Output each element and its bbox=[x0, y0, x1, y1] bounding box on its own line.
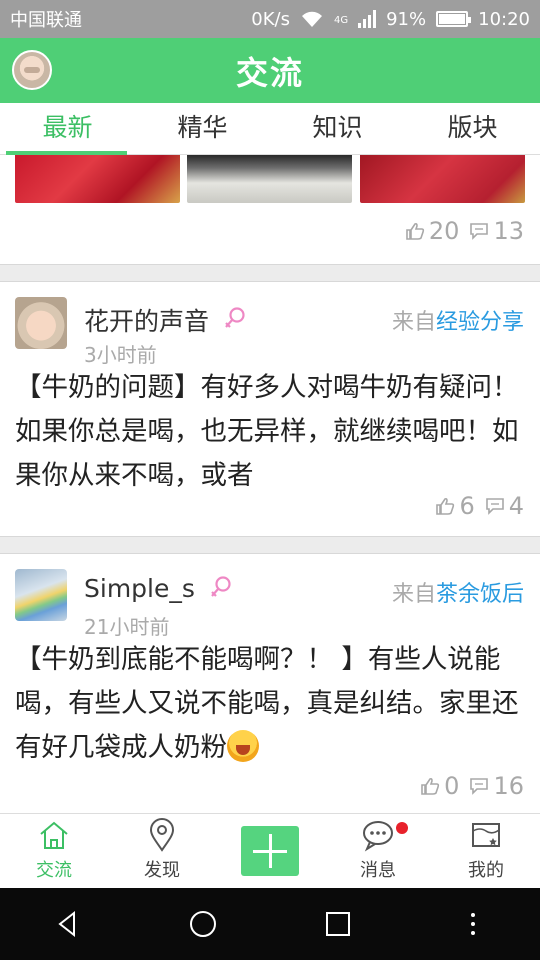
comment-count[interactable]: 16 bbox=[469, 772, 524, 800]
post-time: 21小时前 bbox=[84, 615, 170, 639]
back-icon[interactable] bbox=[52, 908, 84, 940]
battery-icon bbox=[436, 11, 472, 27]
post-feed: 20 13 花开的声音 3小时前 来自经验分享 【牛奶的问题】有好多人对喝牛奶有… bbox=[0, 155, 540, 813]
author-avatar[interactable] bbox=[15, 569, 67, 621]
forum-link[interactable]: 经验分享 bbox=[436, 310, 524, 335]
author-avatar[interactable] bbox=[15, 297, 67, 349]
post-photo[interactable] bbox=[187, 155, 352, 203]
carrier-label: 中国联通 bbox=[10, 10, 82, 31]
thumbs-up-icon bbox=[421, 777, 440, 795]
app-bar: 交流 bbox=[0, 38, 540, 103]
page-title: 交流 bbox=[235, 53, 304, 92]
female-icon bbox=[211, 575, 231, 597]
thumbs-up-icon bbox=[406, 222, 425, 240]
notification-badge bbox=[396, 822, 408, 834]
home-circle-icon[interactable] bbox=[187, 908, 219, 940]
post-photo[interactable] bbox=[360, 155, 525, 203]
like-count[interactable]: 6 bbox=[435, 492, 475, 520]
chat-bubble-icon bbox=[363, 821, 393, 852]
home-icon bbox=[40, 821, 68, 849]
battery-percent: 91% bbox=[386, 8, 427, 30]
nav-post[interactable] bbox=[216, 814, 324, 888]
user-avatar[interactable] bbox=[12, 50, 52, 90]
female-icon bbox=[225, 307, 245, 328]
tab-latest[interactable]: 最新 bbox=[0, 103, 135, 155]
nav-exchange[interactable]: 交流 bbox=[0, 814, 108, 888]
post-content[interactable]: 【牛奶到底能不能喝啊？！ 】有些人说能喝，有些人又说不能喝，真是纠结。家里还有好… bbox=[15, 638, 524, 770]
more-icon[interactable] bbox=[457, 908, 489, 940]
post-card[interactable]: 花开的声音 3小时前 来自经验分享 【牛奶的问题】有好多人对喝牛奶有疑问！如果你… bbox=[0, 281, 540, 537]
status-bar: 中国联通 0K/s 4G 91% 10:20 bbox=[0, 0, 540, 38]
clock: 10:20 bbox=[478, 8, 530, 30]
post-stats: 0 16 bbox=[420, 772, 524, 800]
post-content[interactable]: 【牛奶的问题】有好多人对喝牛奶有疑问！如果你总是喝，也无异样，就继续喝吧！如果你… bbox=[15, 366, 524, 498]
nav-discover[interactable]: 发现 bbox=[108, 814, 216, 888]
tab-sections[interactable]: 版块 bbox=[405, 103, 540, 154]
comment-icon bbox=[485, 498, 504, 515]
network-speed: 0K/s bbox=[251, 8, 290, 30]
thumbs-up-icon bbox=[436, 497, 455, 515]
like-count[interactable]: 0 bbox=[420, 772, 459, 800]
author-name[interactable]: 花开的声音 bbox=[84, 302, 247, 338]
post-source: 来自茶余饭后 bbox=[391, 582, 524, 607]
system-nav-bar bbox=[0, 888, 540, 960]
location-pin-icon bbox=[149, 818, 175, 852]
signal-icon bbox=[358, 10, 377, 28]
plus-icon[interactable] bbox=[241, 826, 299, 876]
like-count[interactable]: 20 bbox=[405, 217, 459, 245]
comment-count[interactable]: 13 bbox=[469, 217, 524, 245]
bottom-nav: 交流 发现 消息 我的 bbox=[0, 813, 540, 888]
tab-knowledge[interactable]: 知识 bbox=[270, 103, 405, 154]
forum-link[interactable]: 茶余饭后 bbox=[436, 582, 524, 607]
post-card[interactable]: Simple_s 21小时前 来自茶余饭后 【牛奶到底能不能喝啊？！ 】有些人说… bbox=[0, 553, 540, 813]
post-time: 3小时前 bbox=[84, 343, 157, 367]
comment-icon bbox=[470, 223, 489, 240]
comment-count[interactable]: 4 bbox=[485, 492, 524, 520]
tab-bar: 最新 精华 知识 版块 bbox=[0, 103, 540, 155]
post-photo[interactable] bbox=[15, 155, 180, 203]
crying-emoji-icon bbox=[227, 730, 259, 762]
tab-featured[interactable]: 精华 bbox=[135, 103, 270, 154]
post-stats: 6 4 bbox=[435, 492, 524, 520]
nav-messages[interactable]: 消息 bbox=[324, 814, 432, 888]
profile-card-icon bbox=[472, 823, 500, 847]
wifi-icon bbox=[301, 11, 322, 27]
nav-me[interactable]: 我的 bbox=[432, 814, 540, 888]
recents-icon[interactable] bbox=[322, 908, 354, 940]
comment-icon bbox=[470, 778, 489, 795]
author-name[interactable]: Simple_s bbox=[84, 574, 233, 603]
post-stats: 20 13 bbox=[405, 217, 524, 245]
post-card[interactable]: 20 13 bbox=[0, 155, 540, 265]
post-source: 来自经验分享 bbox=[391, 310, 524, 335]
network-type: 4G bbox=[333, 14, 349, 26]
